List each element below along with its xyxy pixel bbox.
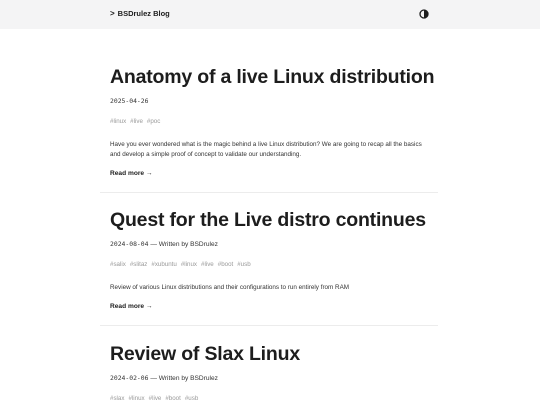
- post-tags: #linux #live #poc: [110, 110, 428, 128]
- chevron-right-icon: >: [110, 9, 115, 18]
- tag-link[interactable]: #live: [130, 118, 143, 125]
- tag-link[interactable]: #linux: [181, 261, 197, 268]
- tag-link[interactable]: #live: [201, 261, 214, 268]
- post-date: 2024-08-04: [110, 240, 149, 248]
- site-header: > BSDrulez Blog: [0, 0, 540, 29]
- tag-link[interactable]: #salix: [110, 261, 126, 268]
- post-card: Review of Slax Linux 2024-02-06 — Writte…: [100, 342, 438, 405]
- blog-home-link[interactable]: > BSDrulez Blog: [110, 9, 170, 18]
- post-title[interactable]: Anatomy of a live Linux distribution: [110, 65, 435, 89]
- post-card: Anatomy of a live Linux distribution 202…: [100, 65, 438, 193]
- tag-link[interactable]: #boot: [218, 261, 233, 268]
- post-title[interactable]: Review of Slax Linux: [110, 342, 428, 366]
- post-meta: 2024-02-06 — Written by BSDrulez: [110, 374, 428, 382]
- tag-link[interactable]: #linux: [128, 395, 144, 402]
- tag-link[interactable]: #slax: [110, 395, 124, 402]
- post-author: — Written by BSDrulez: [148, 375, 218, 382]
- post-title[interactable]: Quest for the Live distro continues: [110, 208, 428, 232]
- tag-link[interactable]: #boot: [165, 395, 180, 402]
- tag-link[interactable]: #live: [149, 395, 162, 402]
- post-card: Quest for the Live distro continues 2024…: [100, 208, 438, 326]
- post-summary: Review of various Linux distributions an…: [110, 284, 350, 291]
- tag-link[interactable]: #xubuntu: [151, 261, 176, 268]
- tag-link[interactable]: #usb: [237, 261, 250, 268]
- read-more-link[interactable]: Read more →: [110, 303, 153, 310]
- tag-link[interactable]: #usb: [185, 395, 198, 402]
- post-date: 2024-02-06: [110, 374, 149, 382]
- tag-link[interactable]: #poc: [147, 118, 160, 125]
- post-date: 2025-04-26: [110, 97, 149, 105]
- post-tags: #slax #linux #live #boot #usb: [110, 387, 428, 405]
- read-more-link[interactable]: Read more →: [110, 170, 153, 177]
- post-tags: #salix #slitaz #xubuntu #linux #live #boot #us…: [110, 253, 428, 271]
- tag-link[interactable]: #linux: [110, 118, 126, 125]
- post-summary: Have you ever wondered what is the magic…: [110, 141, 422, 158]
- post-meta: 2025-04-26: [110, 97, 428, 105]
- post-meta: 2024-08-04 — Written by BSDrulez: [110, 240, 428, 248]
- theme-toggle-icon[interactable]: [419, 9, 429, 19]
- tag-link[interactable]: #slitaz: [130, 261, 148, 268]
- blog-title: BSDrulez Blog: [117, 9, 170, 18]
- post-author: — Written by BSDrulez: [148, 241, 218, 248]
